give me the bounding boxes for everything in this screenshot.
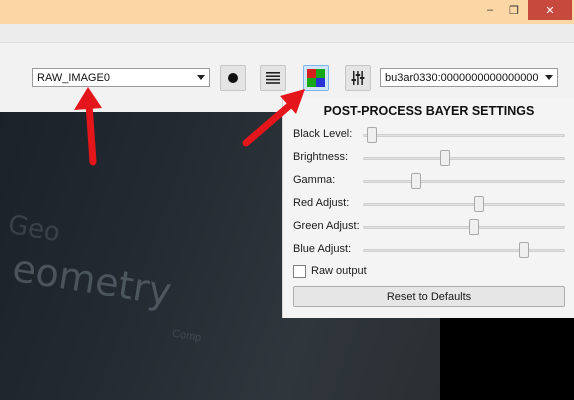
slider-label: Green Adjust:	[293, 220, 360, 232]
panel-title: POST-PROCESS BAYER SETTINGS	[323, 104, 535, 118]
slider-track[interactable]	[363, 226, 565, 229]
chevron-down-icon	[545, 75, 553, 80]
record-icon	[228, 73, 238, 83]
minimize-button[interactable]: –	[478, 0, 502, 20]
close-button[interactable]: ✕	[528, 0, 572, 20]
image-text-main: eometry	[9, 245, 175, 315]
raw-output-checkbox[interactable]	[293, 265, 306, 278]
menu-strip	[0, 24, 574, 43]
sliders-icon	[351, 71, 365, 85]
slider-handle[interactable]	[518, 242, 529, 258]
reset-defaults-button[interactable]: Reset to Defaults	[293, 286, 565, 307]
slider-handle[interactable]	[439, 150, 450, 166]
bayer-grid-icon	[307, 69, 325, 87]
minimize-icon: –	[486, 4, 494, 16]
slider-label: Red Adjust:	[293, 197, 350, 209]
raw-output-label: Raw output	[311, 265, 367, 277]
title-bar: – ❐ ✕	[0, 0, 574, 24]
slider-handle[interactable]	[411, 173, 421, 189]
slider-handle[interactable]	[474, 196, 485, 212]
slider-label: Black Level:	[293, 128, 353, 140]
slider-label: Brightness:	[293, 151, 349, 163]
reset-defaults-label: Reset to Defaults	[386, 290, 472, 303]
bayer-settings-button[interactable]	[303, 65, 329, 91]
adjustments-button[interactable]	[345, 65, 371, 91]
slider-track[interactable]	[363, 134, 565, 137]
restore-icon: ❐	[509, 4, 519, 17]
close-icon: ✕	[545, 4, 555, 17]
slider-track[interactable]	[363, 203, 565, 206]
chevron-down-icon	[197, 75, 205, 80]
image-empty-region	[440, 318, 574, 400]
list-icon	[266, 72, 280, 84]
list-button[interactable]	[260, 65, 286, 91]
bayer-settings-panel: POST-PROCESS BAYER SETTINGS Black Level:…	[282, 98, 574, 318]
maximize-button[interactable]: ❐	[502, 0, 526, 20]
device-combo-value: bu3ar0330:0000000000000000	[385, 71, 539, 84]
slider-handle[interactable]	[468, 219, 479, 235]
slider-label: Gamma:	[293, 174, 336, 186]
record-button[interactable]	[220, 65, 246, 91]
slider-track[interactable]	[363, 157, 565, 160]
slider-handle[interactable]	[366, 127, 377, 143]
image-text-top: Geo	[5, 209, 63, 249]
source-combo-value: RAW_IMAGE0	[37, 71, 110, 84]
device-combo[interactable]: bu3ar0330:0000000000000000	[380, 68, 558, 87]
source-combo[interactable]: RAW_IMAGE0	[32, 68, 210, 87]
slider-track[interactable]	[363, 249, 565, 252]
slider-label: Blue Adjust:	[293, 243, 352, 255]
image-text-small: Comp	[171, 327, 203, 345]
slider-track[interactable]	[363, 180, 565, 183]
